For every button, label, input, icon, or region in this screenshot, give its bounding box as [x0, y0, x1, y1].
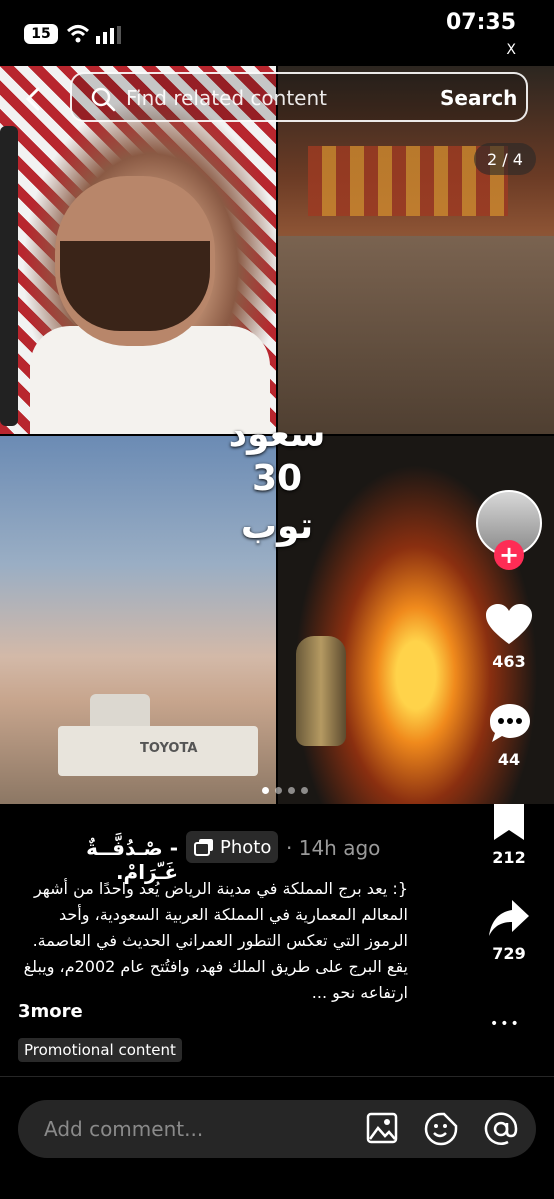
post-time: · 14h ago [286, 836, 381, 860]
overlay-text-line-3: توب [240, 506, 314, 547]
promotional-tag[interactable]: Promotional content [18, 1038, 182, 1062]
photo-counter: 2 / 4 [474, 143, 536, 175]
badge-label: Photo [220, 836, 272, 858]
divider [0, 1076, 554, 1077]
more-options-icon[interactable]: ••• [490, 1016, 521, 1032]
photo-mode-icon [194, 839, 213, 856]
post-description: {: يعد برج المملكة في مدينة الرياض يُعد … [23, 879, 408, 1002]
battery-indicator: 15 [24, 24, 58, 44]
heart-icon[interactable] [486, 604, 532, 646]
carousel-dot [301, 787, 308, 794]
clock: 07:35 [445, 10, 516, 35]
close-button[interactable]: X [506, 42, 516, 58]
image-icon[interactable] [366, 1112, 398, 1144]
search-button[interactable]: Search [440, 86, 517, 110]
status-bar: 15 07:35 X [0, 0, 554, 66]
overlay-text-line-2: 30 [251, 458, 303, 499]
back-icon[interactable] [20, 86, 46, 112]
comment-icon[interactable] [488, 702, 532, 744]
save-count: 212 [492, 848, 526, 867]
emoji-icon[interactable] [424, 1112, 458, 1146]
comment-input[interactable]: Add comment... [44, 1117, 203, 1141]
see-more-link[interactable]: 3more [18, 1001, 83, 1022]
mention-icon[interactable] [484, 1112, 518, 1146]
wifi-icon [66, 25, 90, 43]
signal-icon [96, 26, 121, 44]
like-count: 463 [492, 652, 526, 671]
overlay-text-line-1: سعود [228, 414, 326, 455]
share-icon[interactable] [488, 898, 530, 938]
share-count: 729 [492, 944, 526, 963]
carousel-dot [275, 787, 282, 794]
comment-count: 44 [497, 750, 521, 769]
carousel-dot [288, 787, 295, 794]
carousel-dot-active [262, 787, 269, 794]
follow-button[interactable]: + [494, 540, 524, 570]
bookmark-icon[interactable] [492, 802, 526, 842]
search-input[interactable]: Find related content [126, 86, 327, 110]
photo-badge: Photo [186, 831, 278, 863]
truck-label: TOYOTA [140, 741, 198, 756]
search-icon [91, 87, 116, 112]
